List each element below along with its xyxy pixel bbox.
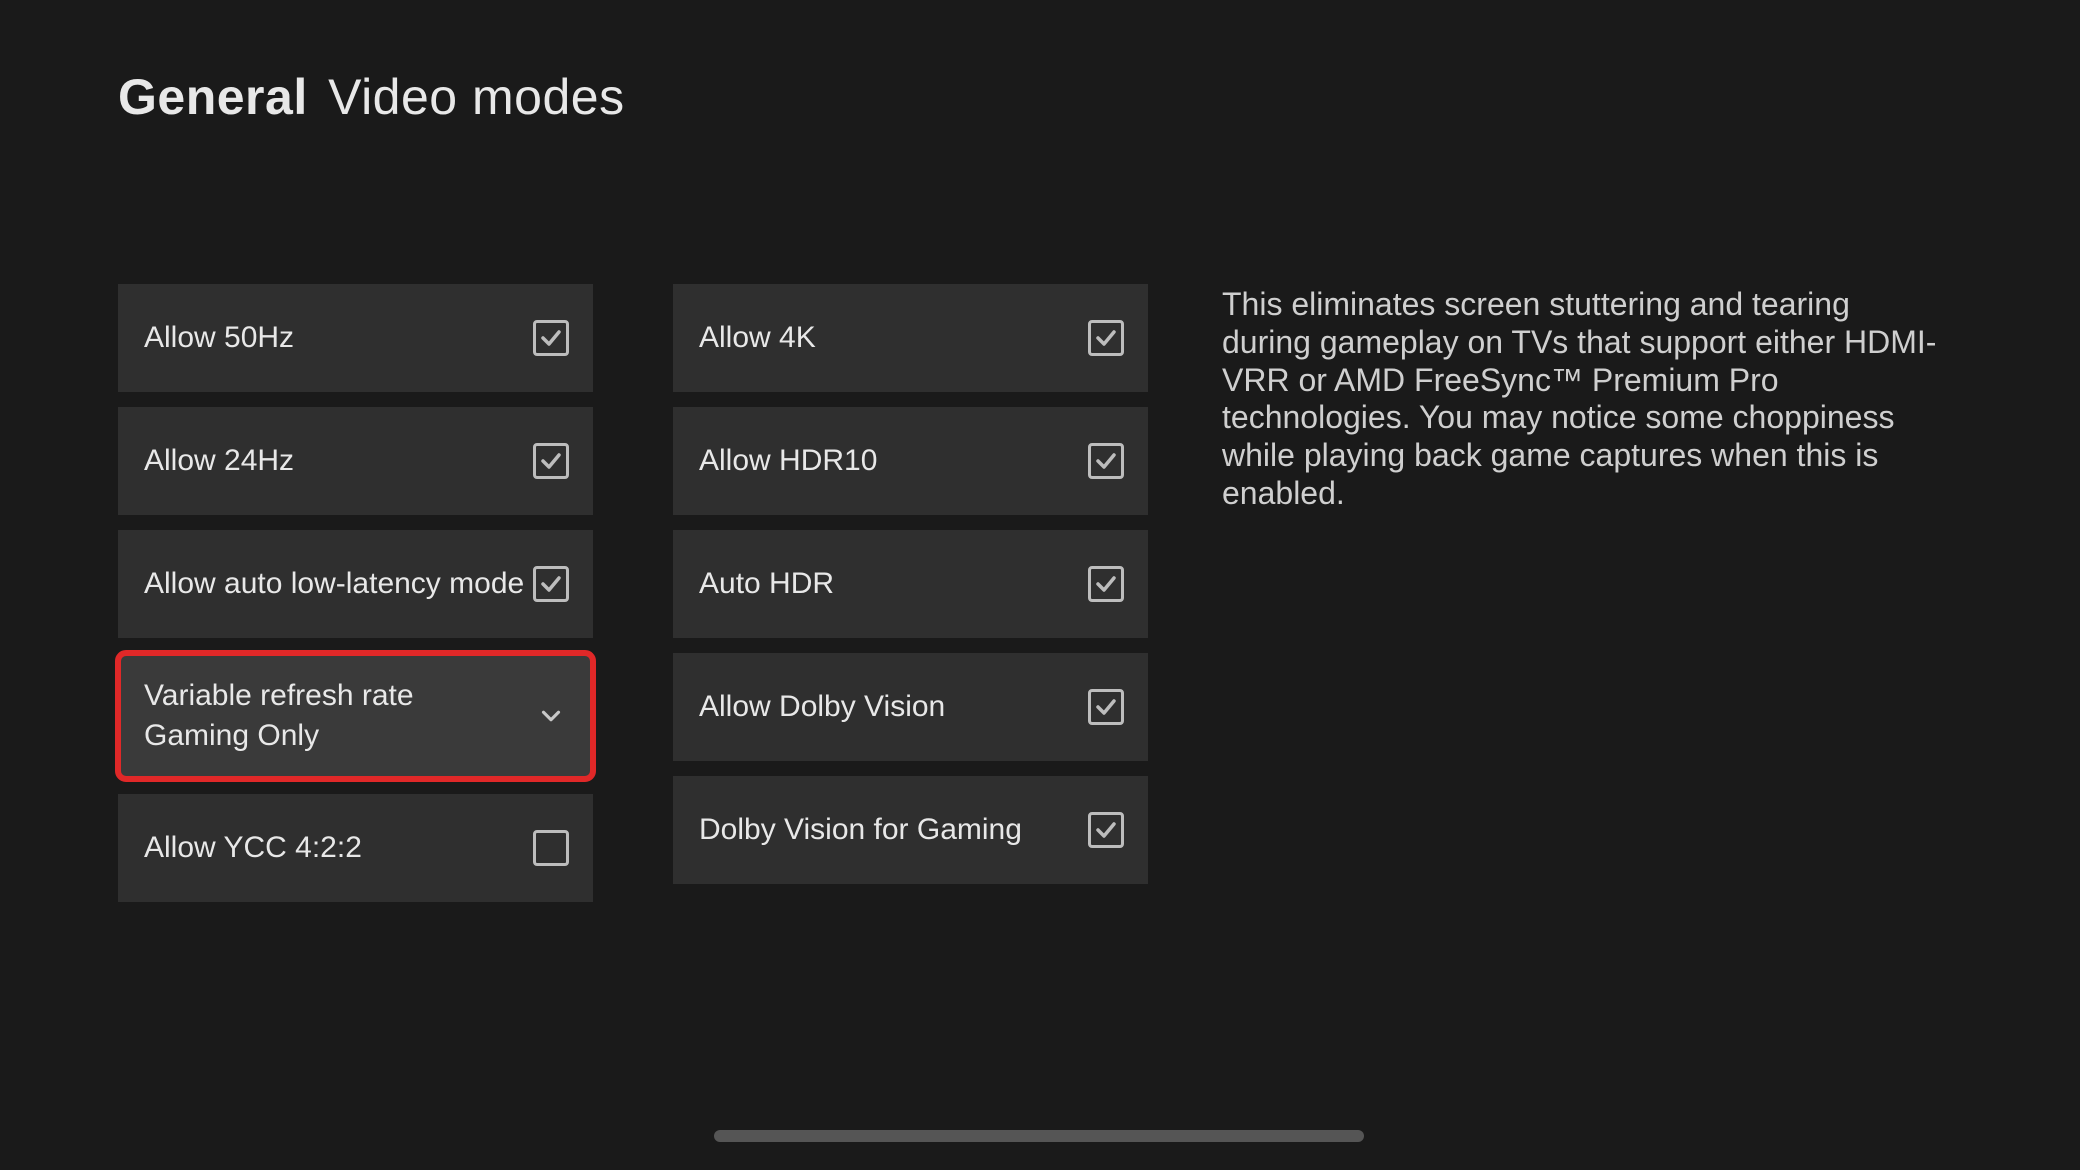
setting-label: Allow auto low-latency mode <box>144 567 524 601</box>
setting-allow-ycc-422[interactable]: Allow YCC 4:2:2 <box>118 794 593 902</box>
header-section: General <box>118 69 308 125</box>
setting-allow-allm[interactable]: Allow auto low-latency mode <box>118 530 593 638</box>
setting-allow-50hz[interactable]: Allow 50Hz <box>118 284 593 392</box>
checkbox-icon[interactable] <box>1088 320 1124 356</box>
setting-vrr[interactable]: Variable refresh rate Gaming Only <box>118 653 593 779</box>
setting-label: Allow HDR10 <box>699 444 877 478</box>
horizontal-scrollbar[interactable] <box>714 1130 1364 1142</box>
setting-allow-4k[interactable]: Allow 4K <box>673 284 1148 392</box>
setting-label: Variable refresh rate <box>144 679 414 713</box>
setting-allow-hdr10[interactable]: Allow HDR10 <box>673 407 1148 515</box>
checkbox-icon[interactable] <box>533 830 569 866</box>
setting-value: Gaming Only <box>144 719 414 753</box>
checkbox-icon[interactable] <box>1088 689 1124 725</box>
settings-column-right: Allow 4K Allow HDR10 Auto HDR Allow Dolby V… <box>673 284 1148 902</box>
checkbox-icon[interactable] <box>533 443 569 479</box>
setting-label: Auto HDR <box>699 567 834 601</box>
checkbox-icon[interactable] <box>1088 566 1124 602</box>
setting-label: Dolby Vision for Gaming <box>699 813 1022 847</box>
setting-label: Allow YCC 4:2:2 <box>144 831 362 865</box>
checkbox-icon[interactable] <box>1088 812 1124 848</box>
setting-description: This eliminates screen stuttering and te… <box>1222 286 1942 513</box>
chevron-down-icon <box>533 698 569 734</box>
setting-allow-dolby-vision[interactable]: Allow Dolby Vision <box>673 653 1148 761</box>
setting-allow-24hz[interactable]: Allow 24Hz <box>118 407 593 515</box>
checkbox-icon[interactable] <box>533 566 569 602</box>
setting-label: Allow 50Hz <box>144 321 294 355</box>
header-page: Video modes <box>328 69 624 125</box>
setting-auto-hdr[interactable]: Auto HDR <box>673 530 1148 638</box>
settings-column-left: Allow 50Hz Allow 24Hz Allow auto low-laten… <box>118 284 593 902</box>
setting-label: Allow Dolby Vision <box>699 690 945 724</box>
page-header: General Video modes <box>118 68 625 126</box>
settings-grid: Allow 50Hz Allow 24Hz Allow auto low-laten… <box>118 284 1148 902</box>
setting-label: Allow 4K <box>699 321 816 355</box>
checkbox-icon[interactable] <box>1088 443 1124 479</box>
setting-dolby-vision-gaming[interactable]: Dolby Vision for Gaming <box>673 776 1148 884</box>
setting-label: Allow 24Hz <box>144 444 294 478</box>
checkbox-icon[interactable] <box>533 320 569 356</box>
